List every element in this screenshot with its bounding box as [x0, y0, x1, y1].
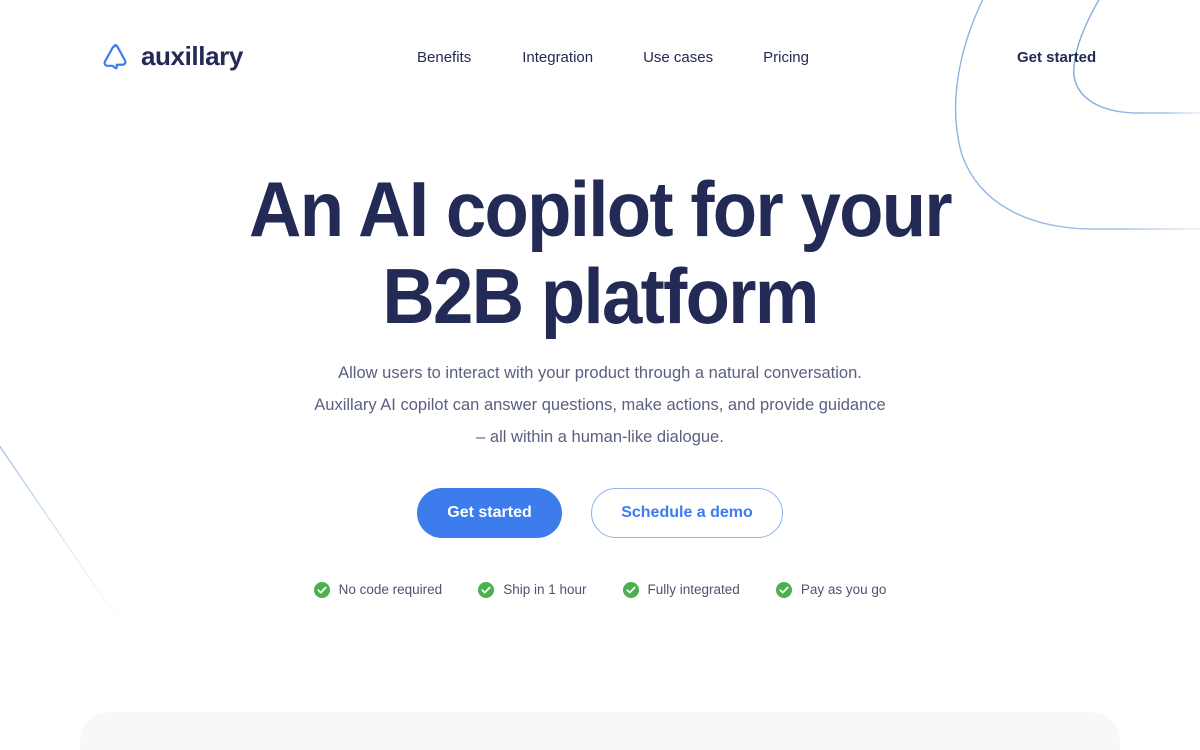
feature-label: Fully integrated [647, 582, 740, 597]
hero-cta-group: Get started Schedule a demo [0, 488, 1200, 538]
bottom-panel [80, 712, 1120, 750]
page-title-line-1: An AI copilot for your [249, 165, 953, 253]
hero-subtitle: Allow users to interact with your produc… [314, 364, 886, 446]
feature-label: No code required [338, 582, 443, 597]
check-circle-icon [478, 582, 495, 598]
header-get-started-link[interactable]: Get started [1017, 47, 1096, 69]
brand-logo[interactable]: auxillary [100, 41, 243, 71]
auxillary-triangle-logo-icon [103, 43, 127, 70]
page-title: An AI copilot for your B2B platform [42, 166, 1158, 340]
feature-label: Pay as you go [800, 582, 887, 597]
site-header: auxillary Benefits Integration Use cases… [0, 0, 1200, 116]
check-circle-icon [622, 582, 639, 598]
nav-item-pricing[interactable]: Pricing [763, 47, 809, 69]
hero-feature-list: No code required Ship in 1 hour Fully in… [0, 581, 1200, 599]
check-circle-icon [775, 582, 792, 598]
get-started-button[interactable]: Get started [417, 488, 562, 538]
nav-item-benefits[interactable]: Benefits [417, 47, 471, 69]
feature-item: Ship in 1 hour [478, 581, 587, 599]
feature-item: Pay as you go [775, 581, 887, 599]
feature-item: Fully integrated [622, 581, 740, 599]
nav-item-use-cases[interactable]: Use cases [643, 47, 713, 69]
schedule-demo-button[interactable]: Schedule a demo [591, 488, 783, 538]
landing-page: auxillary Benefits Integration Use cases… [0, 0, 1200, 750]
brand-name: auxillary [141, 41, 243, 71]
nav-item-integration[interactable]: Integration [522, 47, 593, 69]
feature-item: No code required [313, 581, 443, 599]
page-title-line-2: B2B platform [382, 252, 819, 340]
feature-label: Ship in 1 hour [503, 582, 587, 597]
main-nav: Benefits Integration Use cases Pricing [417, 47, 809, 69]
check-circle-icon [313, 582, 330, 598]
